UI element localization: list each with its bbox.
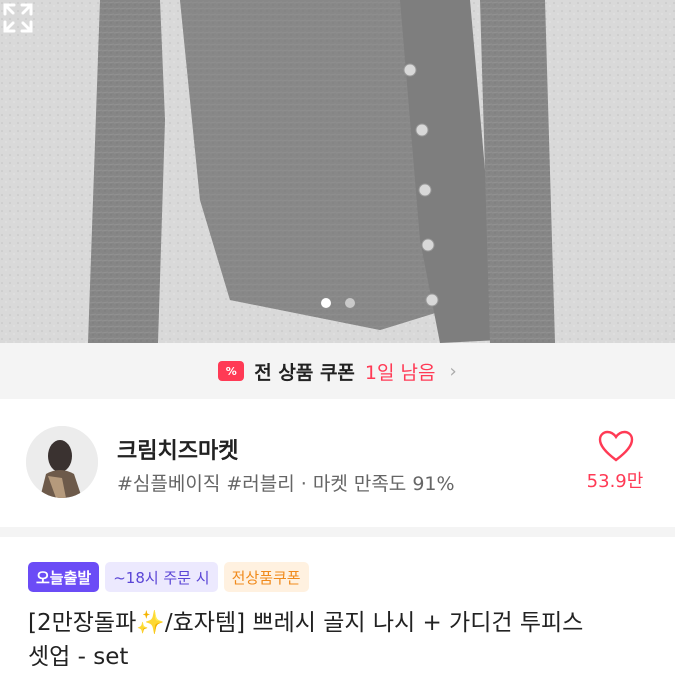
badge-coupon: 전상품쿠폰 [223,562,309,592]
coupon-icon: % [218,361,245,381]
carousel-dot-1[interactable] [320,298,331,308]
carousel-indicator [0,298,675,308]
coupon-remaining: 1일 남음 [364,361,436,384]
likes-count: 53.9만 [586,471,644,492]
sparkle-icon: ✨ [136,610,165,636]
expand-icon[interactable] [0,0,36,36]
shop-avatar[interactable] [26,426,98,498]
title-line-2: 셋업 - set [28,644,129,670]
shop-tags: #심플베이직 #러블리 · 마켓 만족도 91% [117,473,455,495]
carousel-dot-2[interactable] [344,298,355,308]
badge-today-shipping: 오늘출발 [28,562,100,592]
shop-info[interactable]: 크림치즈마켓 #심플베이직 #러블리 · 마켓 만족도 91% 53.9만 [0,399,675,527]
title-prefix: [2만장돌파 [28,610,137,636]
product-image[interactable] [0,0,675,343]
coupon-banner[interactable]: % 전 상품 쿠폰 1일 남음 › [0,343,675,399]
badge-row: 오늘출발 ~18시 주문 시 전상품쿠폰 [28,562,309,592]
coupon-text: 전 상품 쿠폰 [254,361,355,384]
avatar-image [26,426,98,498]
product-title: [2만장돌파✨/효자템] 쁘레시 골지 나시 + 가디건 투피스 셋업 - se… [28,606,648,674]
title-rest: /효자템] 쁘레시 골지 나시 + 가디건 투피스 [164,610,584,636]
section-divider [0,527,675,537]
heart-icon[interactable] [598,430,634,462]
shop-name[interactable]: 크림치즈마켓 [117,433,238,465]
badge-order-deadline: ~18시 주문 시 [105,562,218,592]
chevron-right-icon: › [449,360,457,382]
cardigan-illustration [0,0,675,343]
